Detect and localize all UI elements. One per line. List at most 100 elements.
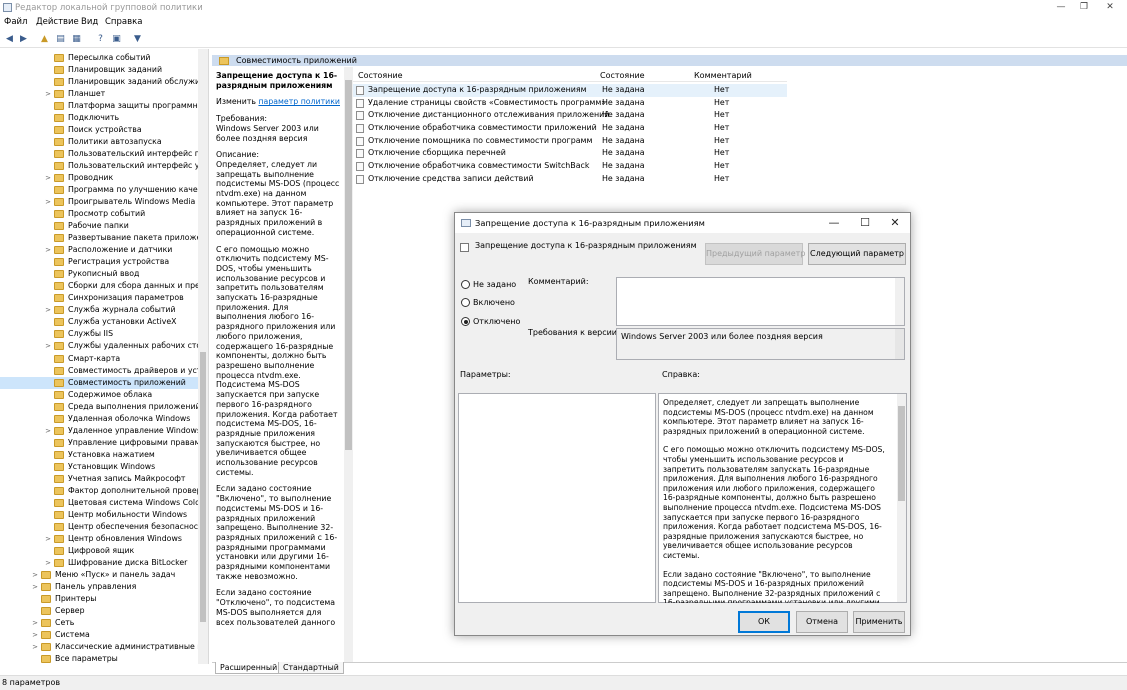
tree-item[interactable]: > Сеть <box>0 617 198 629</box>
menu-file[interactable]: Файл <box>4 17 27 27</box>
tree-item[interactable]: Рукописный ввод <box>0 268 198 280</box>
description-scrollbar-thumb[interactable] <box>345 80 352 450</box>
dialog-close-button[interactable]: ✕ <box>880 213 910 233</box>
expand-chevron-icon[interactable]: > <box>44 340 52 352</box>
expand-chevron-icon[interactable]: > <box>31 581 39 593</box>
policy-row[interactable]: Отключение дистанционного отслеживания п… <box>353 109 787 122</box>
tree-item[interactable]: Политики автозапуска <box>0 136 198 148</box>
requirements-scrollbar[interactable] <box>895 329 904 359</box>
dialog-maximize-button[interactable]: ☐ <box>850 213 880 233</box>
tree-item[interactable]: > Службы удаленных рабочих столо <box>0 340 198 352</box>
help-scrollbar-thumb[interactable] <box>898 406 905 501</box>
tree-item[interactable]: > Шифрование диска BitLocker <box>0 557 198 569</box>
tree-item[interactable]: Управление цифровыми правами <box>0 437 198 449</box>
tree-item[interactable]: Цифровой ящик <box>0 545 198 557</box>
comment-scrollbar[interactable] <box>895 278 904 325</box>
radio-not-configured-label[interactable]: Не задано <box>473 280 516 289</box>
tree-item[interactable]: Фактор дополнительной проверки <box>0 485 198 497</box>
apply-button[interactable]: Применить <box>853 611 905 633</box>
tree-item[interactable]: > Удаленное управление Windows <box>0 425 198 437</box>
tab-standard[interactable]: Стандартный <box>278 662 344 674</box>
forward-arrow-icon[interactable]: ▶ <box>17 33 30 45</box>
tree-item[interactable]: Сборки для сбора данных и предв <box>0 280 198 292</box>
expand-chevron-icon[interactable]: > <box>31 641 39 653</box>
tree-item[interactable]: > Центр обновления Windows <box>0 533 198 545</box>
tree-item[interactable]: > Проводник <box>0 172 198 184</box>
radio-disabled[interactable] <box>461 317 470 326</box>
tree-item[interactable]: Рабочие папки <box>0 220 198 232</box>
column-state-header[interactable]: Состояние <box>600 71 645 80</box>
tree-item[interactable]: Развертывание пакета приложения <box>0 232 198 244</box>
tree-item[interactable]: > Служба журнала событий <box>0 304 198 316</box>
properties-icon[interactable]: ▣ <box>110 33 123 45</box>
expand-chevron-icon[interactable]: > <box>31 617 39 629</box>
tree-item[interactable]: Цветовая система Windows Color S <box>0 497 198 509</box>
policy-row[interactable]: Отключение сборщика перечней Не задана Нет <box>353 147 787 160</box>
tree-item[interactable]: > Меню «Пуск» и панель задач <box>0 569 198 581</box>
tree-item[interactable]: Программа по улучшению качест <box>0 184 198 196</box>
tree-item[interactable]: Просмотр событий <box>0 208 198 220</box>
expand-chevron-icon[interactable]: > <box>44 304 52 316</box>
export-list-icon[interactable]: ▦ <box>70 33 83 45</box>
help-icon[interactable]: ? <box>94 33 107 45</box>
tab-extended[interactable]: Расширенный <box>215 662 283 674</box>
filter-icon[interactable]: ▼ <box>131 33 144 45</box>
tree-item[interactable]: > Планшет <box>0 88 198 100</box>
tree-item[interactable]: Сервер <box>0 605 198 617</box>
show-tree-icon[interactable]: ▤ <box>54 33 67 45</box>
tree-item[interactable]: Синхронизация параметров <box>0 292 198 304</box>
tree-item[interactable]: Пересылка событий <box>0 52 198 64</box>
tree-item[interactable]: > Классические административные шаб <box>0 641 198 653</box>
radio-disabled-label[interactable]: Отключено <box>473 317 520 326</box>
tree-item[interactable]: Платформа защиты программного <box>0 100 198 112</box>
tree-item[interactable]: Среда выполнения приложений <box>0 401 198 413</box>
tree-item[interactable]: Пользовательский интерфейс гра <box>0 148 198 160</box>
expand-chevron-icon[interactable]: > <box>44 172 52 184</box>
policy-row[interactable]: Запрещение доступа к 16-разрядным прилож… <box>353 84 787 97</box>
tree-item[interactable]: Планировщик заданий обслужива <box>0 76 198 88</box>
tree-item[interactable]: Принтеры <box>0 593 198 605</box>
menu-view[interactable]: Вид <box>81 17 98 27</box>
tree-item[interactable]: Содержимое облака <box>0 389 198 401</box>
column-comment-header[interactable]: Комментарий <box>694 71 752 80</box>
tree-item[interactable]: > Проигрыватель Windows Media <box>0 196 198 208</box>
tree-item[interactable]: Совместимость драйверов и устро <box>0 365 198 377</box>
tree-scrollbar-thumb[interactable] <box>200 352 206 622</box>
next-setting-button[interactable]: Следующий параметр <box>808 243 906 265</box>
edit-policy-link[interactable]: параметр политики <box>258 97 340 106</box>
tree-item[interactable]: Центр обеспечения безопасности <box>0 521 198 533</box>
maximize-button[interactable]: ❐ <box>1073 0 1095 15</box>
tree-item[interactable]: Подключить <box>0 112 198 124</box>
expand-chevron-icon[interactable]: > <box>44 244 52 256</box>
tree-item[interactable]: Поиск устройства <box>0 124 198 136</box>
tree-item[interactable]: Служба установки ActiveX <box>0 316 198 328</box>
tree-item[interactable]: Установка нажатием <box>0 449 198 461</box>
tree-item[interactable]: Центр мобильности Windows <box>0 509 198 521</box>
tree-item[interactable]: Удаленная оболочка Windows <box>0 413 198 425</box>
tree-item[interactable]: Учетная запись Майкрософт <box>0 473 198 485</box>
policy-row[interactable]: Отключение средства записи действий Не за… <box>353 173 787 186</box>
menu-help[interactable]: Справка <box>105 17 142 27</box>
tree-item[interactable]: Все параметры <box>0 653 198 664</box>
prev-setting-button[interactable]: Предыдущий параметр <box>705 243 805 265</box>
column-name-header[interactable]: Состояние <box>358 71 403 80</box>
menu-action[interactable]: Действие <box>36 17 79 27</box>
tree-item[interactable]: Смарт-карта <box>0 353 198 365</box>
expand-chevron-icon[interactable]: > <box>31 629 39 641</box>
tree-item[interactable]: Пользовательский интерфейс учет <box>0 160 198 172</box>
tree-item[interactable]: Службы IIS <box>0 328 198 340</box>
tree-item[interactable]: Планировщик заданий <box>0 64 198 76</box>
expand-chevron-icon[interactable]: > <box>44 533 52 545</box>
tree-item[interactable]: > Система <box>0 629 198 641</box>
tree-item[interactable]: > Панель управления <box>0 581 198 593</box>
comment-textarea[interactable] <box>616 277 905 326</box>
tree-item[interactable]: > Расположение и датчики <box>0 244 198 256</box>
policy-row[interactable]: Удаление страницы свойств «Совместимость… <box>353 97 787 110</box>
expand-chevron-icon[interactable]: > <box>44 557 52 569</box>
up-folder-icon[interactable]: ▲ <box>38 33 51 45</box>
radio-enabled-label[interactable]: Включено <box>473 298 515 307</box>
policy-row[interactable]: Отключение обработчика совместимости при… <box>353 122 787 135</box>
expand-chevron-icon[interactable]: > <box>31 569 39 581</box>
radio-enabled[interactable] <box>461 298 470 307</box>
expand-chevron-icon[interactable]: > <box>44 425 52 437</box>
